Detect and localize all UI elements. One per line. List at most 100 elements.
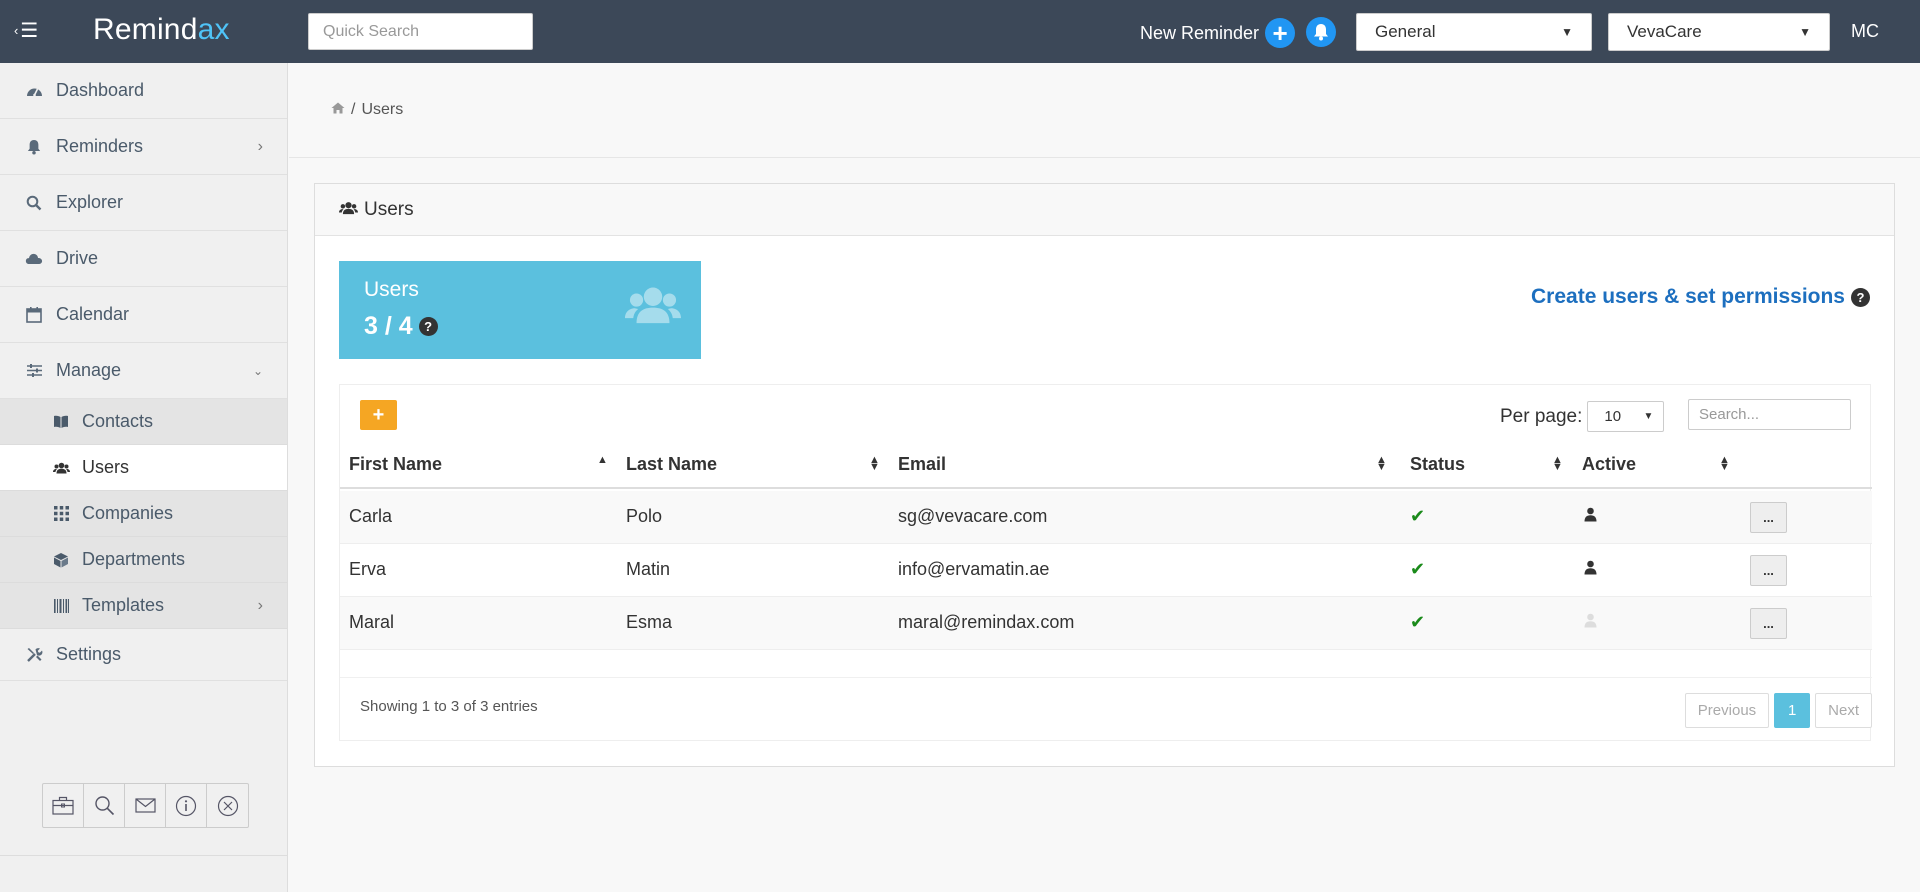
breadcrumb-bar: / Users bbox=[289, 63, 1920, 158]
column-header-email[interactable]: Email bbox=[898, 454, 946, 475]
help-icon[interactable]: ? bbox=[1851, 287, 1870, 307]
info-button[interactable] bbox=[166, 784, 207, 827]
column-header-first-name[interactable]: First Name bbox=[349, 454, 442, 475]
logo-accent: ax bbox=[197, 13, 230, 46]
cloud-icon bbox=[24, 252, 44, 265]
sidebar-toolbar bbox=[42, 783, 249, 828]
home-icon[interactable] bbox=[331, 101, 345, 119]
user-menu[interactable]: MC bbox=[1851, 21, 1879, 42]
briefcase-button[interactable] bbox=[43, 784, 84, 827]
search-button[interactable] bbox=[84, 784, 125, 827]
stat-label: Users bbox=[364, 278, 419, 301]
row-actions-button[interactable]: ... bbox=[1750, 608, 1787, 639]
sidebar-item-contacts[interactable]: Contacts bbox=[0, 399, 287, 445]
sidebar-item-users[interactable]: Users bbox=[0, 445, 287, 491]
quick-search-input[interactable] bbox=[308, 13, 533, 50]
page-1-button[interactable]: 1 bbox=[1774, 693, 1811, 728]
close-circle-icon bbox=[217, 795, 238, 816]
breadcrumb-current: Users bbox=[361, 101, 404, 118]
previous-page-button[interactable]: Previous bbox=[1684, 693, 1770, 728]
sidebar-item-dashboard[interactable]: Dashboard bbox=[0, 63, 287, 119]
panel-title: Users bbox=[364, 198, 414, 220]
sidebar-toggle-button[interactable]: ‹ ☰ bbox=[14, 20, 38, 42]
breadcrumb-separator: / bbox=[351, 101, 356, 118]
create-users-link[interactable]: Create users & set permissions ? bbox=[1531, 285, 1870, 309]
row-actions-button[interactable]: ... bbox=[1750, 502, 1787, 533]
bell-icon bbox=[24, 139, 44, 155]
sidebar-item-templates[interactable]: Templates › bbox=[0, 583, 287, 629]
sidebar-item-reminders[interactable]: Reminders › bbox=[0, 119, 287, 175]
cell-first-name: Carla bbox=[349, 506, 393, 526]
sidebar-item-settings[interactable]: Settings bbox=[0, 629, 287, 681]
new-reminder-label: New Reminder bbox=[1140, 22, 1260, 43]
company-select-value: VevaCare bbox=[1627, 22, 1702, 41]
mail-button[interactable] bbox=[125, 784, 166, 827]
cell-email: maral@remindax.com bbox=[898, 612, 1075, 632]
sort-icon[interactable]: ▲ ▼ bbox=[869, 455, 880, 473]
app-logo[interactable]: Remindax bbox=[93, 13, 230, 47]
chevron-down-icon: ▼ bbox=[1799, 25, 1811, 39]
row-actions-button[interactable]: ... bbox=[1750, 555, 1787, 586]
check-icon: ✔ bbox=[1410, 612, 1426, 632]
plus-icon: + bbox=[1265, 18, 1296, 48]
info-icon bbox=[175, 795, 197, 816]
users-icon bbox=[625, 285, 681, 330]
sort-icon[interactable]: ▲ ▼ bbox=[1376, 455, 1387, 473]
chevron-left-icon: ‹ bbox=[14, 23, 19, 38]
sidebar-item-drive[interactable]: Drive bbox=[0, 231, 287, 287]
users-icon bbox=[339, 199, 358, 221]
help-icon[interactable]: ? bbox=[418, 317, 438, 336]
calendar-icon bbox=[24, 306, 44, 323]
workspace-select[interactable]: General ▼ bbox=[1356, 13, 1592, 51]
sidebar-item-label: Templates bbox=[82, 595, 165, 615]
briefcase-icon bbox=[52, 796, 74, 815]
user-active-icon[interactable] bbox=[1584, 560, 1597, 580]
sidebar-item-calendar[interactable]: Calendar bbox=[0, 287, 287, 343]
per-page-control: Per page: 10 ▼ bbox=[1500, 401, 1665, 432]
check-icon: ✔ bbox=[1410, 506, 1426, 526]
showing-entries-text: Showing 1 to 3 of 3 entries bbox=[360, 698, 538, 715]
sidebar-item-label: Companies bbox=[82, 503, 174, 523]
sidebar-item-label: Manage bbox=[56, 360, 122, 380]
user-active-icon[interactable] bbox=[1584, 507, 1597, 527]
sidebar-item-departments[interactable]: Departments bbox=[0, 537, 287, 583]
add-user-button[interactable]: + bbox=[360, 400, 397, 430]
new-reminder-button[interactable]: New Reminder + bbox=[1140, 18, 1296, 48]
next-page-button[interactable]: Next bbox=[1815, 693, 1872, 728]
table-row: Maral Esma maral@remindax.com ✔ ... bbox=[340, 597, 1872, 650]
sort-icon[interactable]: ▲ ▼ bbox=[1552, 455, 1563, 473]
table-search-input[interactable] bbox=[1688, 399, 1851, 430]
close-button[interactable] bbox=[207, 784, 248, 827]
sidebar-item-label: Calendar bbox=[56, 304, 130, 324]
table-header: First Name ▲ Last Name ▲ ▼ Email ▲ ▼ Statu… bbox=[340, 441, 1872, 489]
cell-first-name: Erva bbox=[349, 559, 387, 579]
per-page-label: Per page: bbox=[1500, 405, 1583, 427]
column-header-last-name[interactable]: Last Name bbox=[626, 454, 717, 475]
bell-icon bbox=[1314, 24, 1328, 41]
per-page-select[interactable]: 10 ▼ bbox=[1587, 401, 1665, 432]
cell-first-name: Maral bbox=[349, 612, 395, 632]
table-footer: Showing 1 to 3 of 3 entries Previous 1 N… bbox=[340, 677, 1872, 741]
sidebar-item-explorer[interactable]: Explorer bbox=[0, 175, 287, 231]
cell-last-name: Matin bbox=[626, 559, 671, 579]
notifications-button[interactable] bbox=[1306, 17, 1336, 47]
table-row: Carla Polo sg@vevacare.com ✔ ... bbox=[340, 491, 1872, 544]
column-header-active[interactable]: Active bbox=[1582, 454, 1636, 475]
column-header-status[interactable]: Status bbox=[1410, 454, 1465, 475]
workspace-select-value: General bbox=[1375, 22, 1436, 41]
sort-asc-icon[interactable]: ▲ bbox=[597, 455, 608, 466]
sidebar-item-label: Users bbox=[82, 457, 130, 477]
user-inactive-icon[interactable] bbox=[1584, 613, 1597, 633]
per-page-value: 10 bbox=[1604, 408, 1622, 425]
hamburger-icon: ☰ bbox=[20, 20, 39, 42]
sidebar-item-label: Reminders bbox=[56, 136, 144, 156]
book-icon bbox=[52, 415, 70, 429]
cell-last-name: Esma bbox=[626, 612, 673, 632]
grid-icon bbox=[52, 506, 70, 521]
sidebar-item-companies[interactable]: Companies bbox=[0, 491, 287, 537]
sort-icon[interactable]: ▲ ▼ bbox=[1719, 455, 1730, 473]
sidebar-item-manage[interactable]: Manage ⌄ bbox=[0, 343, 287, 399]
company-select[interactable]: VevaCare ▼ bbox=[1608, 13, 1830, 51]
cell-email: info@ervamatin.ae bbox=[898, 559, 1050, 579]
sidebar-item-label: Contacts bbox=[82, 411, 154, 431]
